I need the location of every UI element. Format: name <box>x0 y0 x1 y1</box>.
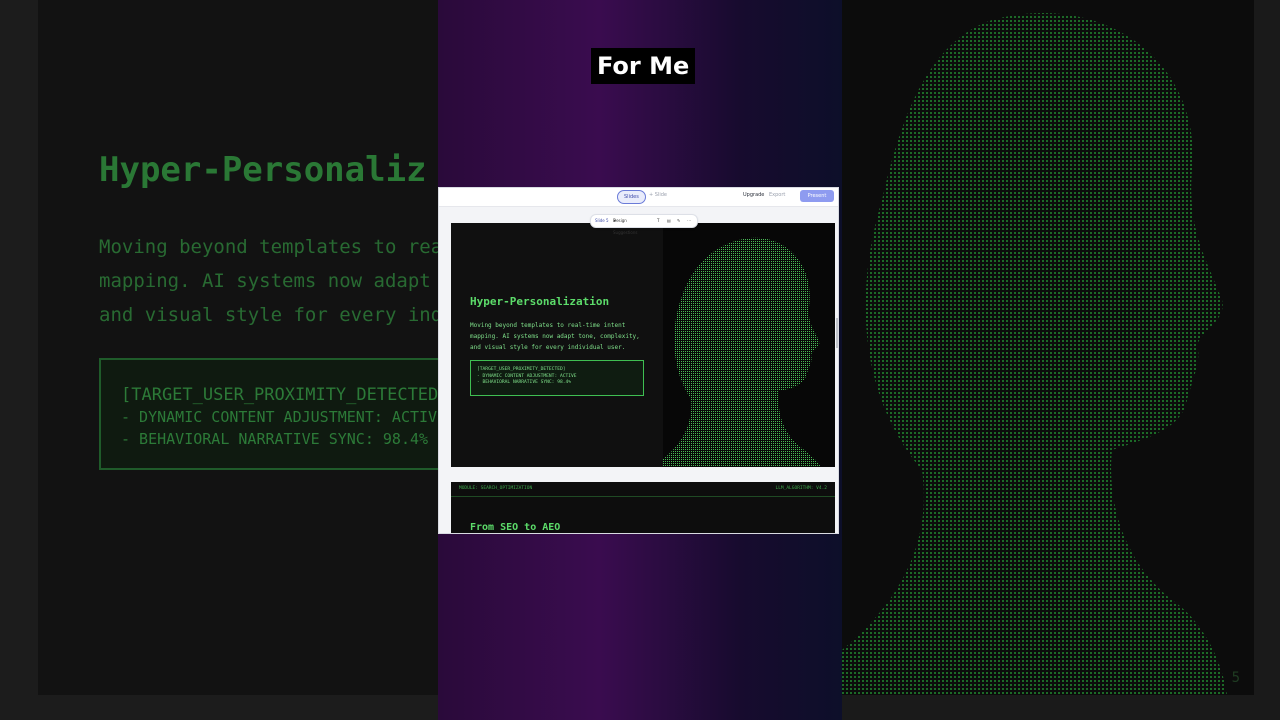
slide-status-box: [TARGET_USER_PROXIMITY_DETECTED] - DYNAM… <box>470 360 644 396</box>
status-line: [TARGET_USER_PROXIMITY_DETECTED] <box>477 367 566 372</box>
algorithm-label: LLM_ALGORITHM: V4.2 <box>775 486 827 491</box>
slide-title: From SEO to AEO <box>470 522 561 533</box>
export-button[interactable]: Export <box>769 192 785 198</box>
slide-floating-toolbar: Slide 5 ✦ Design Suggestions T ▤ ✎ ⋯ <box>590 214 698 235</box>
background-left-panel: Hyper-Personaliz Moving beyond templates… <box>0 0 523 720</box>
slide-title: Hyper-Personalization <box>470 295 610 308</box>
slide-hyper-personalization[interactable]: Hyper-Personalization Moving beyond temp… <box>451 223 835 467</box>
background-slide-frame <box>38 0 469 695</box>
slides-view-button[interactable]: Slides <box>617 190 646 204</box>
background-right-panel: 5 <box>842 0 1280 720</box>
background-title: Hyper-Personaliz <box>99 150 427 190</box>
upgrade-link[interactable]: Upgrade <box>743 192 764 198</box>
slide-text-panel: Hyper-Personalization Moving beyond temp… <box>451 223 663 467</box>
text-icon[interactable]: T <box>657 215 659 227</box>
caption-text: For Me <box>591 48 696 84</box>
wireframe-head-image <box>663 237 821 467</box>
design-suggestions-label: Design Suggestions <box>613 218 638 235</box>
add-slide-tab[interactable]: + Slide <box>649 192 667 198</box>
slide-image-panel <box>663 223 835 467</box>
background-slide-number: 5 <box>1231 670 1240 686</box>
background-head-image <box>842 13 1227 695</box>
slide-header-bar: MODULE: SEARCH_OPTIMIZATION LLM_ALGORITH… <box>451 482 835 497</box>
edit-icon[interactable]: ✎ <box>677 215 680 227</box>
status-line: - BEHAVIORAL NARRATIVE SYNC: 98.4% <box>477 380 572 385</box>
present-button[interactable]: Present <box>800 190 834 202</box>
slide-number-label[interactable]: Slide 5 <box>595 215 609 227</box>
module-label: MODULE: SEARCH_OPTIMIZATION <box>459 486 533 491</box>
vertical-scrollbar[interactable] <box>836 318 838 348</box>
slide-description: Moving beyond templates to real-time int… <box>470 322 640 351</box>
app-topbar: Slides + Slide Upgrade Export Present <box>439 188 838 207</box>
table-icon[interactable]: ▤ <box>667 215 671 227</box>
more-icon[interactable]: ⋯ <box>687 215 691 227</box>
slide-seo-to-aeo[interactable]: MODULE: SEARCH_OPTIMIZATION LLM_ALGORITH… <box>451 482 835 533</box>
presentation-app-window: Slides + Slide Upgrade Export Present Hy… <box>438 187 839 534</box>
